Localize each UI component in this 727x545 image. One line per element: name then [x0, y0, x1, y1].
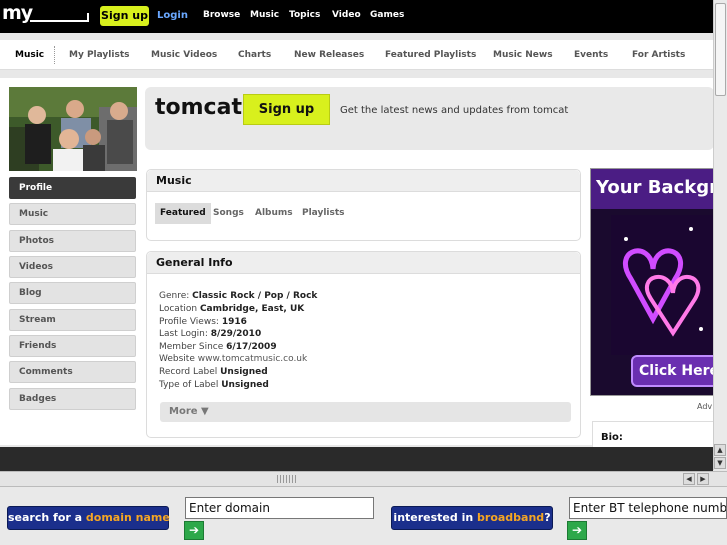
music-panel: Music Featured Songs Albums Playlists — [146, 169, 581, 241]
subnav-for-artists[interactable]: For Artists — [632, 50, 685, 60]
horizontal-scrollbar[interactable] — [0, 471, 727, 486]
general-info-title: General Info — [147, 252, 580, 274]
scroll-up-arrow-icon[interactable]: ▲ — [714, 444, 726, 456]
scroll-down-arrow-icon[interactable]: ▼ — [714, 457, 726, 469]
subnav-divider — [54, 46, 55, 64]
advert-title: Your Backgr — [591, 169, 713, 209]
tab-albums[interactable]: Albums — [250, 203, 298, 224]
info-website: Website www.tomcatmusic.co.uk — [159, 354, 307, 364]
info-since-label: Member Since — [159, 342, 224, 352]
info-member-since: Member Since 6/17/2009 — [159, 342, 277, 352]
top-signup-button[interactable]: Sign up — [100, 6, 149, 26]
broadband-button-question: ? — [544, 511, 551, 524]
nav-topics[interactable]: Topics — [289, 10, 320, 20]
website-link[interactable]: www.tomcatmusic.co.uk — [198, 354, 307, 364]
profile-avatar[interactable] — [9, 87, 137, 171]
broadband-button[interactable]: interested in broadband? — [391, 506, 553, 530]
more-info-button[interactable]: More ▼ — [160, 402, 571, 422]
info-type-value: Unsigned — [221, 380, 269, 390]
info-last-login: Last Login: 8/29/2010 — [159, 329, 261, 339]
sidebar-item-videos[interactable]: Videos — [9, 256, 136, 278]
top-login-link[interactable]: Login — [157, 10, 188, 21]
subnav-music-news[interactable]: Music News — [493, 50, 553, 60]
info-views-label: Profile Views: — [159, 317, 219, 327]
bio-title: Bio: — [601, 432, 623, 443]
telephone-input[interactable] — [569, 497, 727, 519]
nav-browse[interactable]: Browse — [203, 10, 240, 20]
sidebar-item-blog[interactable]: Blog — [9, 282, 136, 304]
broadband-button-text: interested in — [393, 511, 478, 524]
horizontal-scroll-grip[interactable] — [277, 475, 297, 483]
subnav-my-playlists[interactable]: My Playlists — [69, 50, 130, 60]
music-subnav: Music My Playlists Music Videos Charts N… — [0, 40, 714, 70]
info-genre: Genre: Classic Rock / Pop / Rock — [159, 291, 317, 301]
info-login-value: 8/29/2010 — [210, 329, 262, 339]
broadband-button-highlight: broadband — [477, 511, 545, 524]
profile-signup-button[interactable]: Sign up — [243, 94, 330, 125]
info-genre-label: Genre: — [159, 291, 190, 301]
domain-input[interactable] — [185, 497, 374, 519]
tab-featured[interactable]: Featured — [155, 203, 211, 224]
page-footer-band — [0, 447, 713, 471]
info-login-label: Last Login: — [159, 329, 208, 339]
nav-music[interactable]: Music — [250, 10, 279, 20]
info-since-value: 6/17/2009 — [226, 342, 277, 352]
advert-banner[interactable]: Your Backgr Click Here — [590, 168, 714, 396]
sidebar-item-comments[interactable]: Comments — [9, 361, 136, 383]
subnav-music-videos[interactable]: Music Videos — [151, 50, 217, 60]
logo-underline — [30, 20, 88, 22]
info-type-label: Type of Label — [159, 380, 219, 390]
info-location-label: Location — [159, 304, 198, 314]
logo-tick — [87, 13, 89, 22]
site-logo[interactable]: my — [2, 2, 33, 24]
tab-songs[interactable]: Songs — [208, 203, 249, 224]
sidebar-item-badges[interactable]: Badges — [9, 388, 136, 410]
scroll-left-arrow-icon[interactable]: ◀ — [683, 473, 695, 485]
info-record-label-label: Record Label — [159, 367, 218, 377]
sidebar-item-profile[interactable]: Profile — [9, 177, 136, 199]
vertical-scrollbar[interactable] — [713, 0, 727, 470]
nav-video[interactable]: Video — [332, 10, 361, 20]
tab-playlists[interactable]: Playlists — [297, 203, 350, 224]
profile-username: tomcat — [155, 95, 242, 120]
info-label-type: Type of Label Unsigned — [159, 380, 269, 390]
sidebar-item-music[interactable]: Music — [9, 203, 136, 225]
subnav-new-releases[interactable]: New Releases — [294, 50, 364, 60]
advert-label: Adv — [697, 402, 713, 411]
domain-button-highlight: domain name — [85, 511, 170, 524]
top-bar: my Sign up Login Browse Music Topics Vid… — [0, 0, 727, 33]
domain-go-arrow-icon[interactable]: ➔ — [184, 521, 204, 540]
scroll-right-arrow-icon[interactable]: ▶ — [697, 473, 709, 485]
info-website-label: Website — [159, 354, 195, 364]
domain-button-text: search for a — [8, 511, 86, 524]
avatar-photo — [9, 87, 137, 171]
subnav-charts[interactable]: Charts — [238, 50, 271, 60]
telephone-go-arrow-icon[interactable]: ➔ — [567, 521, 587, 540]
profile-tagline: Get the latest news and updates from tom… — [340, 105, 569, 116]
nav-games[interactable]: Games — [370, 10, 404, 20]
info-genre-value: Classic Rock / Pop / Rock — [192, 291, 318, 301]
subnav-music[interactable]: Music — [15, 50, 44, 60]
info-profile-views: Profile Views: 1916 — [159, 317, 247, 327]
sidebar-item-photos[interactable]: Photos — [9, 230, 136, 252]
music-panel-title: Music — [147, 170, 580, 192]
advert-click-button[interactable]: Click Here — [631, 355, 713, 387]
domain-search-button[interactable]: search for a domain name — [7, 506, 170, 530]
subnav-events[interactable]: Events — [574, 50, 608, 60]
info-views-value: 1916 — [221, 317, 247, 327]
info-location: Location Cambridge, East, UK — [159, 304, 304, 314]
info-location-value: Cambridge, East, UK — [199, 304, 305, 314]
vertical-scroll-thumb[interactable] — [715, 3, 726, 96]
subnav-featured-playlists[interactable]: Featured Playlists — [385, 50, 476, 60]
sidebar-item-stream[interactable]: Stream — [9, 309, 136, 331]
info-record-label: Record Label Unsigned — [159, 367, 268, 377]
info-record-label-value: Unsigned — [220, 367, 268, 377]
sidebar-item-friends[interactable]: Friends — [9, 335, 136, 357]
